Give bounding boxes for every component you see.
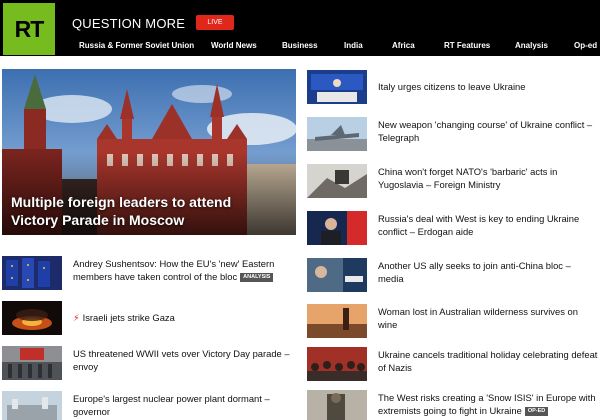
hero-story[interactable]: Multiple foreign leaders to attend Victo… — [2, 69, 296, 235]
nav-item-africa[interactable]: Africa — [392, 41, 415, 50]
headline[interactable]: US threatened WWII vets over Victory Day… — [73, 347, 296, 373]
thumbnail-official — [307, 211, 367, 245]
list-item[interactable]: Another US ally seeks to join anti-China… — [307, 258, 597, 292]
headline[interactable]: The West risks creating a 'Snow ISIS' in… — [378, 391, 598, 417]
thumbnail-aircraft — [307, 117, 367, 151]
headline[interactable]: Another US ally seeks to join anti-China… — [378, 259, 598, 285]
list-item[interactable]: Woman lost in Australian wilderness surv… — [307, 304, 597, 338]
logo-text: RT — [14, 16, 45, 42]
headline[interactable]: Russia's deal with West is key to ending… — [378, 212, 598, 238]
thumbnail-wine — [307, 304, 367, 338]
thumbnail-crowd — [307, 347, 367, 381]
main-nav: Russia & Former Soviet Union World News … — [0, 41, 600, 53]
list-item[interactable]: ⚡ Israeli jets strike Gaza — [2, 301, 296, 335]
nav-item-op-ed[interactable]: Op-ed — [574, 41, 597, 50]
site-header: RT QUESTION MORE LIVE Russia & Former So… — [0, 0, 600, 56]
headline[interactable]: ⚡ Israeli jets strike Gaza — [73, 311, 296, 324]
headline-text: Israeli jets strike Gaza — [82, 312, 175, 323]
op-ed-badge: OP-ED — [524, 407, 549, 417]
list-item[interactable]: New weapon 'changing course' of Ukraine … — [307, 117, 597, 151]
list-item[interactable]: Russia's deal with West is key to ending… — [307, 211, 597, 245]
thumbnail-gaza-fire — [2, 301, 62, 335]
thumbnail-eu-flags — [2, 256, 62, 290]
nav-item-business[interactable]: Business — [282, 41, 318, 50]
nav-item-rt-features[interactable]: RT Features — [444, 41, 490, 50]
list-item[interactable]: The West risks creating a 'Snow ISIS' in… — [307, 390, 597, 420]
headline[interactable]: China won't forget NATO's 'barbaric' act… — [378, 165, 598, 191]
list-item[interactable]: Europe's largest nuclear power plant dor… — [2, 391, 296, 420]
thumbnail-rubble — [307, 164, 367, 198]
list-item[interactable]: Italy urges citizens to leave Ukraine — [307, 70, 597, 104]
site-tagline: QUESTION MORE — [72, 16, 186, 31]
headline[interactable]: Italy urges citizens to leave Ukraine — [378, 80, 598, 93]
thumbnail-parade — [2, 346, 62, 380]
thumbnail-aukus — [307, 258, 367, 292]
headline-text: The West risks creating a 'Snow ISIS' in… — [378, 392, 596, 416]
nav-item-india[interactable]: India — [344, 41, 363, 50]
list-item[interactable]: US threatened WWII vets over Victory Day… — [2, 346, 296, 380]
headline[interactable]: Woman lost in Australian wilderness surv… — [378, 305, 598, 331]
thumbnail-power-plant — [2, 391, 62, 420]
nav-item-world-news[interactable]: World News — [211, 41, 257, 50]
list-item[interactable]: Ukraine cancels traditional holiday cele… — [307, 347, 597, 381]
headline[interactable]: New weapon 'changing course' of Ukraine … — [378, 118, 598, 144]
headline[interactable]: Ukraine cancels traditional holiday cele… — [378, 348, 598, 374]
hero-headline[interactable]: Multiple foreign leaders to attend Victo… — [11, 193, 281, 229]
list-item[interactable]: China won't forget NATO's 'barbaric' act… — [307, 164, 597, 198]
nav-item-russia[interactable]: Russia & Former Soviet Union — [79, 41, 194, 50]
lightning-icon: ⚡ — [73, 312, 80, 323]
nav-item-analysis[interactable]: Analysis — [515, 41, 548, 50]
headline[interactable]: Andrey Sushentsov: How the EU's 'new' Ea… — [73, 257, 296, 283]
headline[interactable]: Europe's largest nuclear power plant dor… — [73, 392, 296, 418]
analysis-badge: ANALYSIS — [240, 273, 274, 283]
thumbnail-fighters — [307, 390, 367, 420]
thumbnail-conference — [307, 70, 367, 104]
list-item[interactable]: Andrey Sushentsov: How the EU's 'new' Ea… — [2, 256, 296, 290]
live-button[interactable]: LIVE — [196, 15, 234, 30]
